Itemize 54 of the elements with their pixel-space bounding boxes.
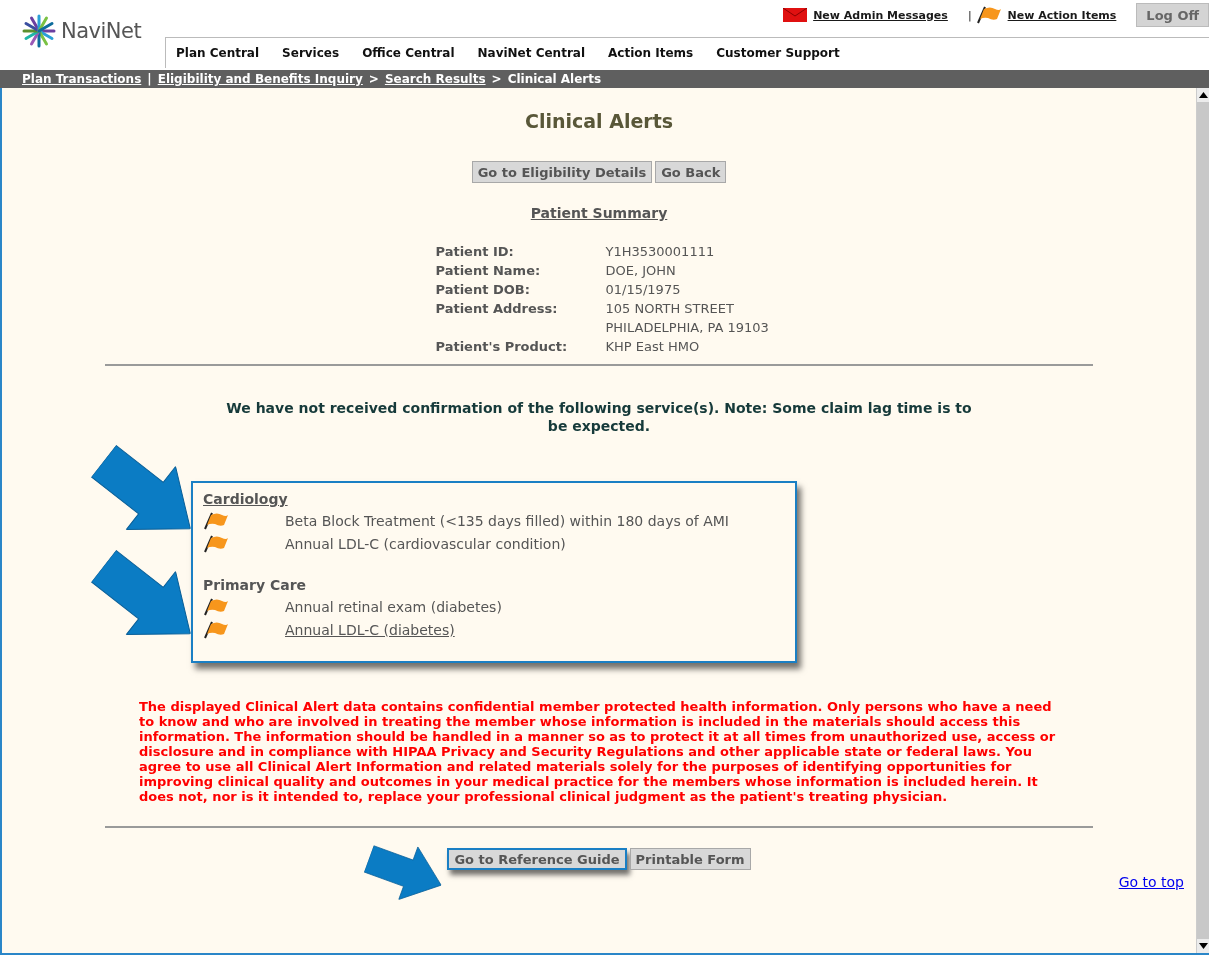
group-heading: Primary Care: [203, 577, 308, 593]
alert-text: Annual retinal exam (diabetes): [285, 598, 502, 615]
scroll-down-icon[interactable]: [1197, 939, 1209, 953]
flag-icon: [203, 620, 229, 639]
nav-tab[interactable]: Services: [282, 46, 340, 60]
breadcrumb-current: Clinical Alerts: [507, 72, 602, 86]
group-heading[interactable]: Cardiology: [203, 491, 785, 507]
field-label: Patient's Product:: [435, 338, 569, 356]
field-label: Patient Address:: [435, 300, 559, 318]
breadcrumb-link[interactable]: Plan Transactions: [22, 72, 142, 86]
envelope-icon: [783, 8, 808, 22]
breadcrumb-separator: |: [147, 72, 152, 86]
breadcrumb-link[interactable]: Search Results: [384, 72, 486, 86]
scroll-up-icon[interactable]: [1197, 88, 1209, 102]
nav-tab[interactable]: Customer Support: [716, 46, 840, 60]
field-value: 105 NORTH STREET: [605, 300, 735, 318]
disclaimer-text: The displayed Clinical Alert data contains confidential member protected health information. Only persons who have a need to know and who are involved in treating the member whose information is included in the materials should access this information. The information should be handled in a manner so as to protect it at all times from unauthorized use, access or disclosure and in compliance with HIPAA Privacy and Security Regulations and other applicable state or federal laws. You agree to use all Clinical Alert Information and related materials solely for the purposes of identifying opportunities for improving clinical quality and outcomes in your medical practice for the members whose information is included herein. It does not, nor is it intended to, replace your professional clinical judgment as the patient's treating physician.: [139, 699, 1057, 804]
alert-text: Beta Block Treatment (<135 days filled) within 180 days of AMI: [285, 512, 729, 529]
flag-icon: [203, 511, 229, 530]
field-value: Y1H3530001111: [605, 243, 716, 261]
page-title: Clinical Alerts: [524, 110, 674, 132]
field-value: DOE, JOHN: [605, 262, 677, 280]
scrollbar[interactable]: [1196, 88, 1209, 953]
field-value: PHILADELPHIA, PA 19103: [605, 319, 770, 337]
breadcrumb-link[interactable]: Eligibility and Benefits Inquiry: [157, 72, 363, 86]
flag-icon: [975, 6, 1002, 24]
action-button[interactable]: Go to Eligibility Details: [471, 161, 653, 183]
summary-heading[interactable]: Patient Summary: [530, 205, 668, 221]
logo-text: NaviNet: [61, 19, 142, 43]
notice-text: We have not received confirmation of the following service(s). Note: Some claim lag time is to be expected.: [225, 399, 973, 435]
flag-icon: [203, 534, 229, 553]
nav-tab[interactable]: Plan Central: [176, 46, 260, 60]
action-button[interactable]: Go to Reference Guide: [447, 848, 627, 870]
breadcrumb-separator: >: [491, 72, 502, 86]
nav-tab[interactable]: Office Central: [362, 46, 455, 60]
action-button[interactable]: Printable Form: [629, 848, 751, 870]
alert-text: Annual LDL-C (cardiovascular condition): [285, 535, 566, 552]
header-link[interactable]: New Admin Messages: [813, 8, 948, 22]
nav-tab[interactable]: Action Items: [608, 46, 694, 60]
action-button[interactable]: Go Back: [655, 161, 727, 183]
flag-icon: [203, 597, 229, 616]
field-label: Patient ID:: [435, 243, 515, 261]
field-label: Patient DOB:: [435, 281, 531, 299]
log-off-button[interactable]: Log Off: [1136, 3, 1209, 27]
field-value: KHP East HMO: [605, 338, 701, 356]
logo-icon: [22, 14, 56, 48]
field-value: 01/15/1975: [605, 281, 682, 299]
header-link[interactable]: New Action Items: [1007, 8, 1117, 22]
go-to-top-link[interactable]: Go to top: [1118, 874, 1184, 890]
separator-text: |: [967, 8, 972, 22]
breadcrumb-separator: >: [368, 72, 379, 86]
field-label: Patient Name:: [435, 262, 542, 280]
alert-link[interactable]: Annual LDL-C (diabetes): [285, 621, 455, 638]
nav-tab[interactable]: NaviNet Central: [477, 46, 586, 60]
